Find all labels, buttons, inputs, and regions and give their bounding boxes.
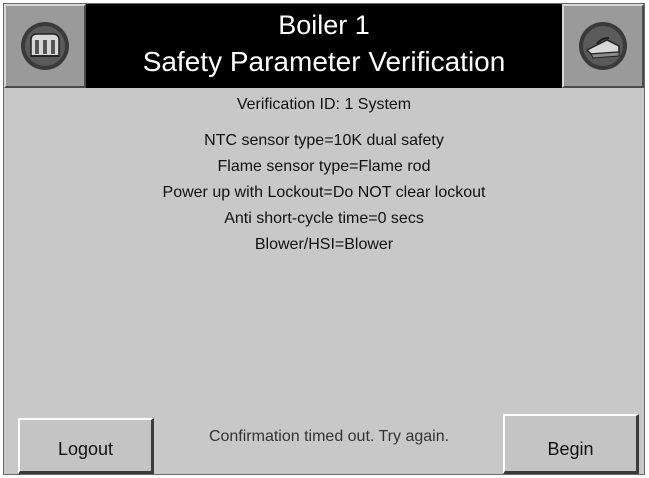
screen: Boiler 1 Safety Parameter Verification V…: [3, 3, 645, 475]
back-return-icon: [579, 22, 627, 70]
parameter-blower-hsi: Blower/HSI=Blower: [254, 236, 394, 253]
status-message: Confirmation timed out. Try again.: [208, 428, 450, 445]
parameter-flame-sensor: Flame sensor type=Flame rod: [217, 158, 431, 175]
boiler-home-icon: [21, 22, 69, 70]
parameter-list: Verification ID: 1 System NTC sensor typ…: [4, 92, 644, 258]
home-button[interactable]: [4, 4, 86, 88]
parameter-power-up-lockout: Power up with Lockout=Do NOT clear locko…: [162, 184, 486, 201]
begin-button[interactable]: Begin: [503, 414, 639, 474]
logout-button[interactable]: Logout: [18, 418, 154, 474]
page-title: Boiler 1: [278, 10, 370, 40]
back-button[interactable]: [562, 4, 644, 88]
parameter-anti-short-cycle: Anti short-cycle time=0 secs: [224, 210, 424, 227]
parameter-ntc-sensor: NTC sensor type=10K dual safety: [204, 132, 444, 149]
verification-id: Verification ID: 1 System: [236, 96, 412, 113]
header-bar: Boiler 1 Safety Parameter Verification: [4, 4, 644, 88]
page-subtitle: Safety Parameter Verification: [142, 46, 506, 77]
